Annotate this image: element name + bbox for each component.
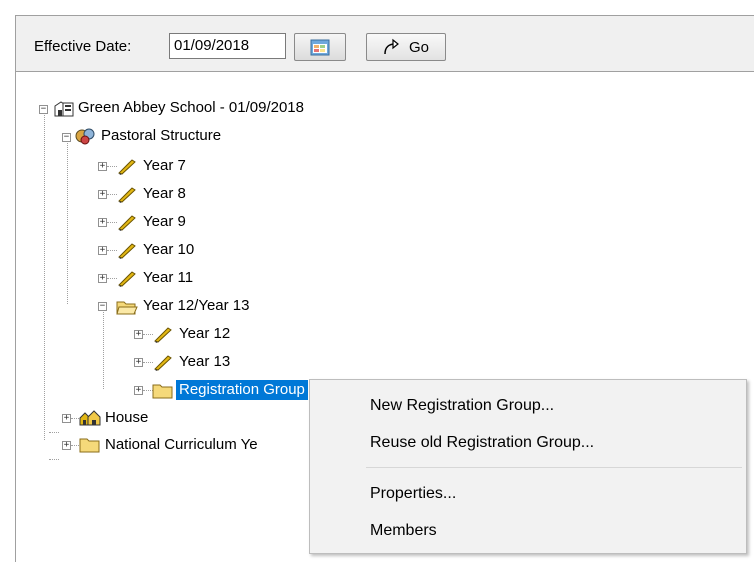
collapse-icon[interactable]: −	[39, 105, 48, 114]
expand-icon[interactable]: +	[98, 162, 107, 171]
tree-node-root[interactable]: − Green Abbey School - 01/09/2018	[16, 96, 436, 120]
collapse-icon[interactable]: −	[98, 302, 107, 311]
tree-label-root: Green Abbey School - 01/09/2018	[78, 99, 304, 116]
tree-node-year-12-13[interactable]: − Year 12/Year 13	[16, 296, 316, 320]
tree-node-year[interactable]: + Year 10	[16, 240, 266, 264]
houses-icon	[79, 410, 101, 426]
tree-label-year: Year 12	[179, 325, 231, 342]
tree-label-year: Year 9	[143, 213, 186, 230]
menu-item-new-registration-group[interactable]: New Registration Group...	[312, 390, 744, 422]
expand-icon[interactable]: +	[134, 386, 143, 395]
tree-node-year[interactable]: + Year 8	[16, 184, 266, 208]
expand-icon[interactable]: +	[134, 358, 143, 367]
expand-icon[interactable]: +	[62, 414, 71, 423]
school-icon	[54, 101, 74, 117]
pencil-icon	[118, 159, 136, 175]
tree-label-sixth-form: Year 12/Year 13	[143, 297, 250, 314]
pencil-icon	[118, 243, 136, 259]
tree-label-pastoral: Pastoral Structure	[101, 127, 222, 144]
context-menu: New Registration Group... Reuse old Regi…	[309, 379, 747, 554]
pencil-icon	[154, 355, 172, 371]
tree-node-pastoral-structure[interactable]: − Pastoral Structure	[16, 124, 316, 148]
expand-icon[interactable]: +	[62, 441, 71, 450]
tree-node-year[interactable]: + Year 9	[16, 212, 266, 236]
tree-label-year: Year 7	[143, 157, 186, 174]
folder-icon	[152, 384, 173, 399]
tree-label-house: House	[105, 409, 149, 426]
go-button-label: Go	[409, 39, 430, 56]
tree-label-national-curriculum: National Curriculum Ye	[105, 436, 258, 453]
tree-connector	[49, 432, 59, 433]
toolbar: Effective Date: 01/09/2018 Go	[16, 16, 754, 66]
redo-arrow-icon	[384, 38, 399, 55]
expand-icon[interactable]: +	[134, 330, 143, 339]
pencil-icon	[118, 187, 136, 203]
menu-separator	[366, 467, 742, 468]
go-button[interactable]: Go	[366, 33, 446, 61]
menu-item-properties[interactable]: Properties...	[312, 478, 744, 510]
menu-item-reuse-registration-group[interactable]: Reuse old Registration Group...	[312, 427, 744, 459]
folder-icon	[79, 438, 100, 453]
tree-label-year: Year 11	[143, 269, 194, 286]
pastoral-icon	[75, 128, 95, 145]
tree-node-year[interactable]: + Year 11	[16, 268, 266, 292]
tree-connector	[103, 309, 104, 389]
expand-icon[interactable]: +	[98, 218, 107, 227]
calendar-icon	[310, 39, 330, 56]
tree-label-year: Year 13	[179, 353, 231, 370]
menu-item-members[interactable]: Members	[312, 515, 744, 547]
tree-node-national-curriculum[interactable]: + National Curriculum Ye	[16, 435, 336, 459]
pencil-icon	[154, 327, 172, 343]
effective-date-input[interactable]: 01/09/2018	[169, 33, 286, 59]
expand-icon[interactable]: +	[98, 190, 107, 199]
tree-connector	[49, 459, 59, 460]
open-folder-icon	[116, 301, 138, 315]
tree-node-year[interactable]: + Year 7	[16, 156, 266, 180]
pencil-icon	[118, 215, 136, 231]
expand-icon[interactable]: +	[98, 274, 107, 283]
effective-date-label: Effective Date:	[34, 38, 132, 55]
tree-label-year: Year 10	[143, 241, 195, 258]
pencil-icon	[118, 271, 136, 287]
expand-icon[interactable]: +	[98, 246, 107, 255]
calendar-button[interactable]	[294, 33, 346, 61]
collapse-icon[interactable]: −	[62, 133, 71, 142]
tree-label-year: Year 8	[143, 185, 186, 202]
tree-node-house[interactable]: + House	[16, 408, 316, 432]
tree-node-year[interactable]: + Year 13	[16, 352, 316, 376]
tree-node-year[interactable]: + Year 12	[16, 324, 316, 348]
tree-label-registration-group: Registration Group	[176, 380, 308, 400]
